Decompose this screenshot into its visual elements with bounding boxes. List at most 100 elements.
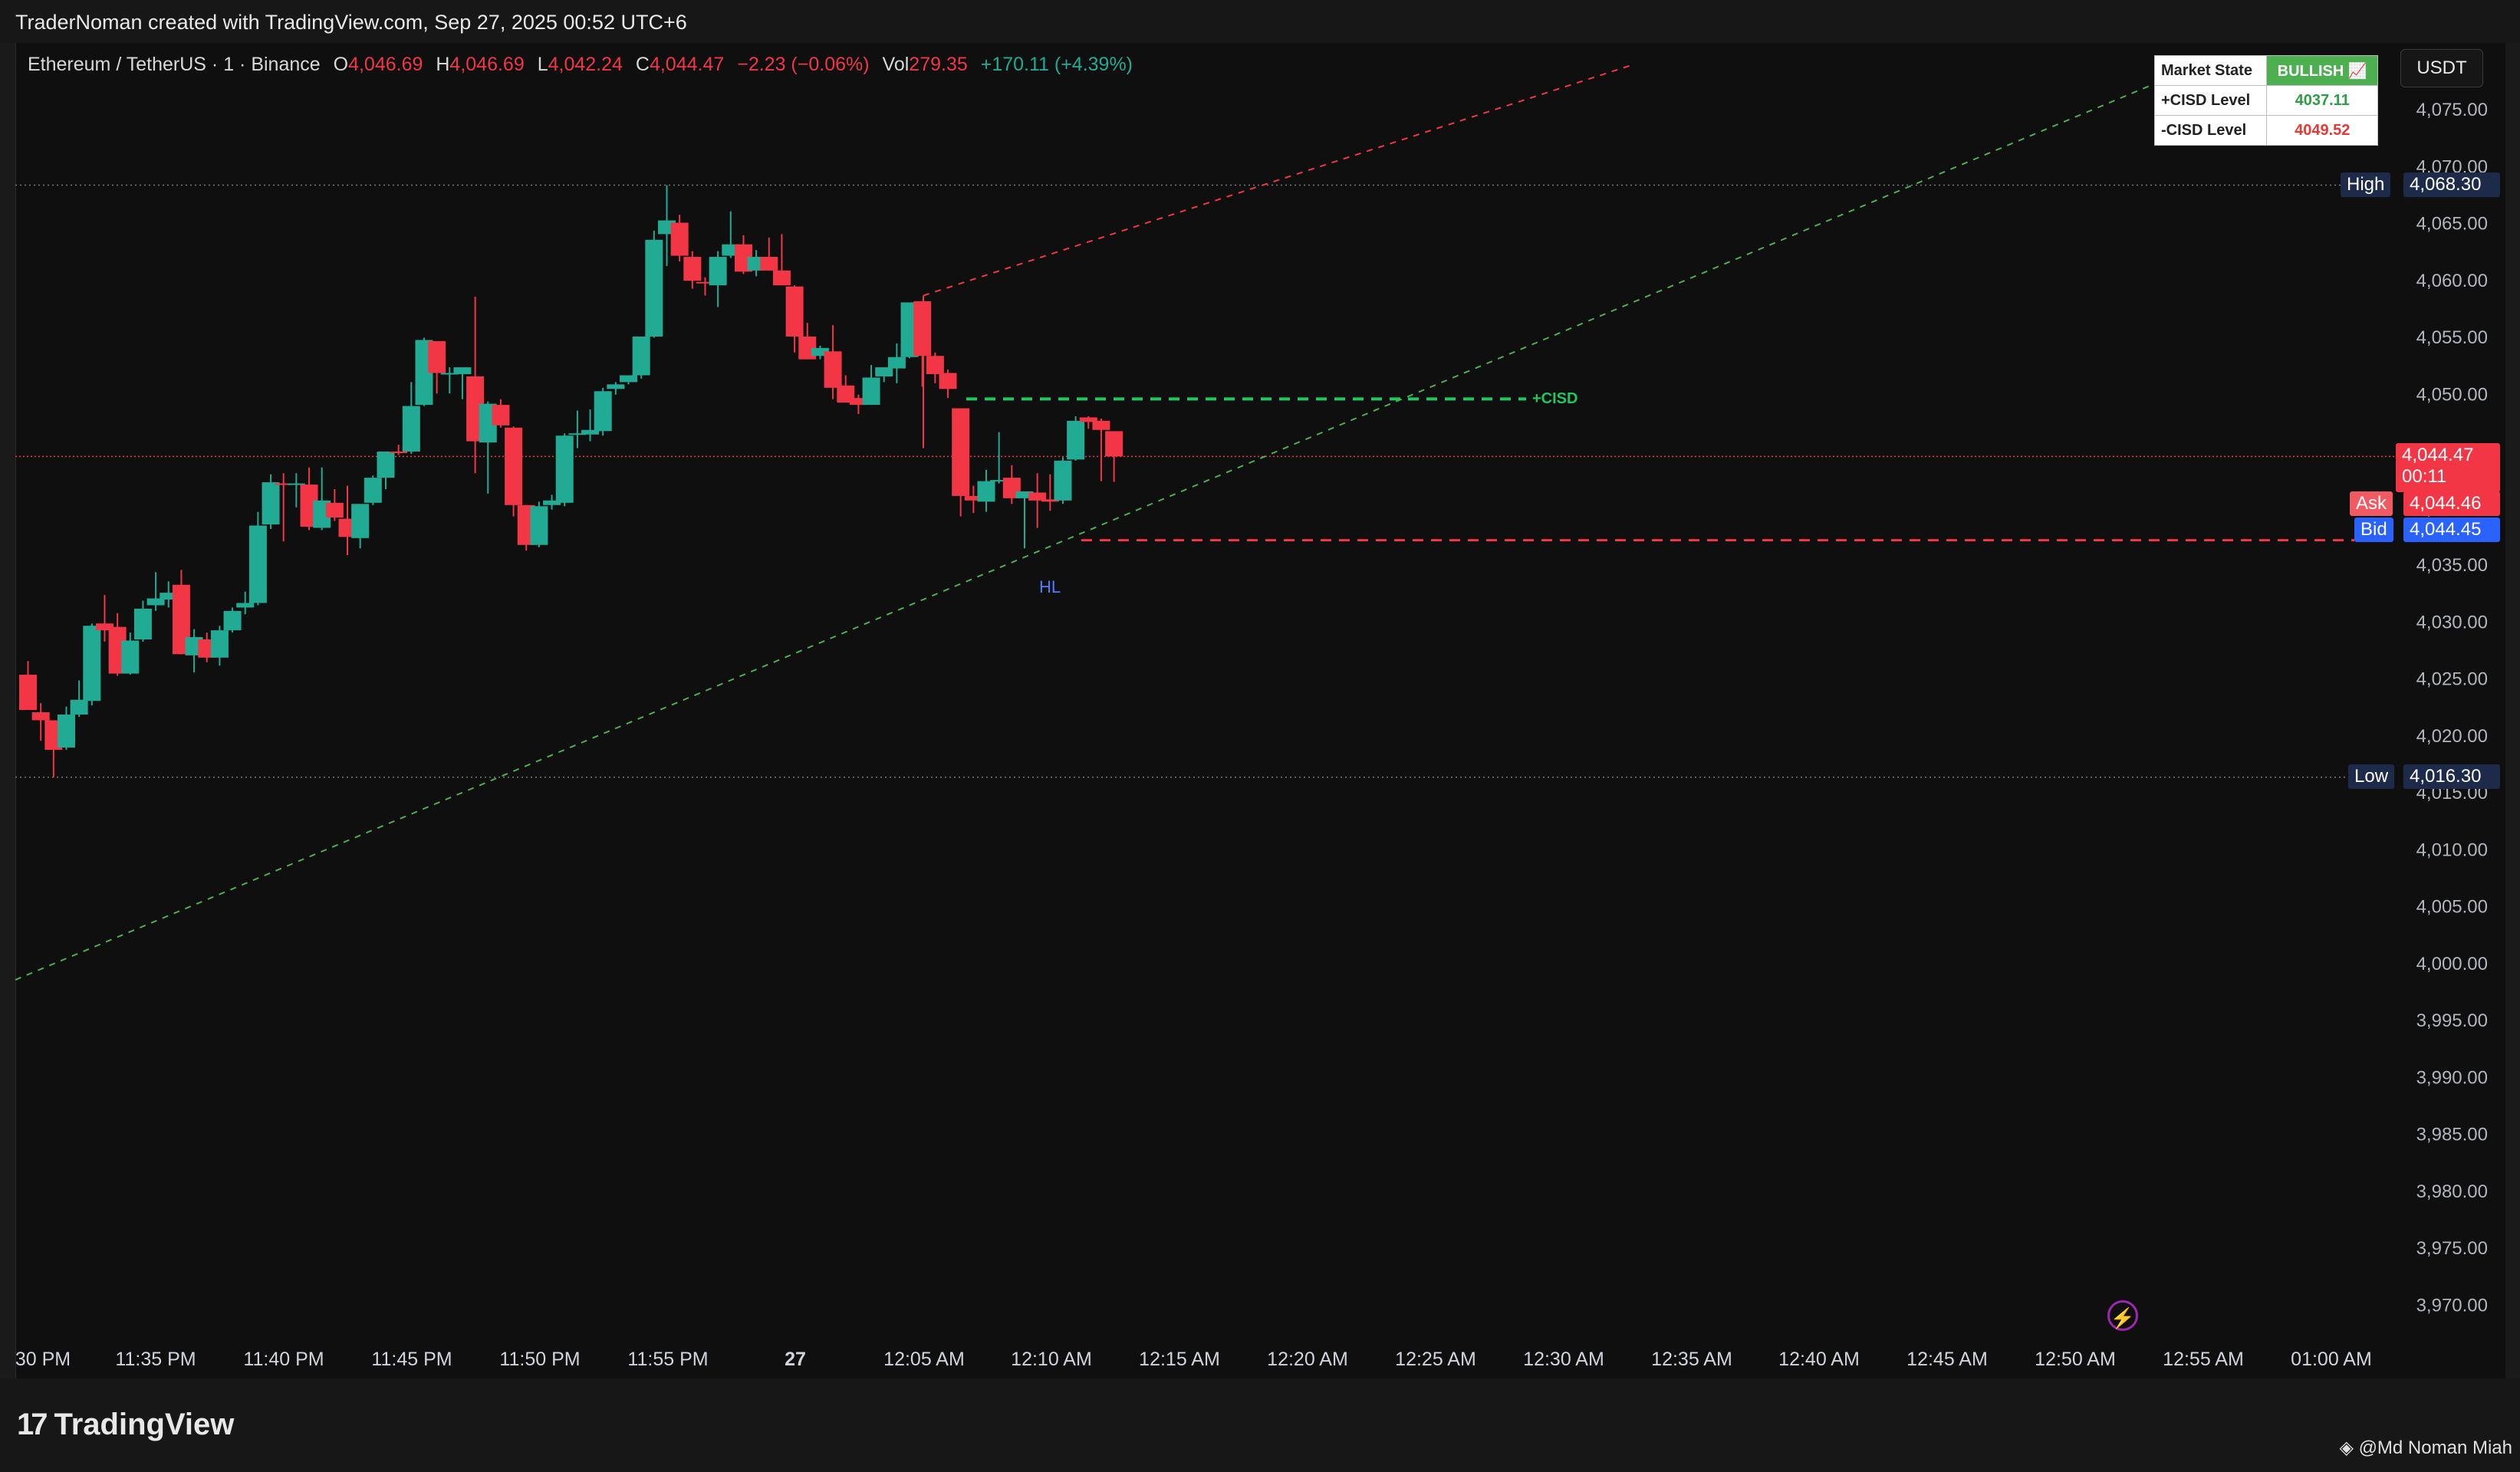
- candle[interactable]: [594, 387, 612, 436]
- low-label: L: [537, 54, 548, 75]
- candle-body: [428, 340, 446, 373]
- tradingview-brand[interactable]: 17 TradingView: [17, 1408, 234, 1442]
- hl-annotation: HL: [1039, 577, 1061, 596]
- candle[interactable]: [760, 237, 778, 271]
- candle[interactable]: [83, 623, 101, 706]
- plus-cisd-value: 4037.11: [2266, 85, 2378, 116]
- close-label: C: [635, 54, 650, 75]
- candle-body: [70, 699, 88, 715]
- y-tick-label: 3,985.00: [2416, 1125, 2488, 1145]
- currency-button[interactable]: USDT: [2400, 49, 2483, 87]
- candle-body: [453, 367, 472, 375]
- candle[interactable]: [146, 572, 165, 611]
- ask-tag-label: Ask: [2350, 491, 2393, 516]
- candle[interactable]: [262, 474, 280, 529]
- candle-body: [594, 391, 612, 432]
- candle[interactable]: [466, 297, 485, 474]
- x-tick-label: 12:35 AM: [1651, 1349, 1732, 1370]
- x-tick-label: 12:05 AM: [883, 1349, 965, 1370]
- close-value: 4,044.47: [649, 54, 725, 75]
- x-tick-label: 12:50 AM: [2035, 1349, 2116, 1370]
- candle[interactable]: [351, 504, 370, 549]
- y-tick-label: 4,075.00: [2416, 100, 2488, 120]
- candle[interactable]: [492, 399, 510, 428]
- candle-body: [620, 375, 638, 383]
- candles-layer: [19, 185, 1123, 777]
- bottom-bar: [0, 1378, 2520, 1472]
- candle[interactable]: [210, 626, 229, 666]
- y-axis: 4,075.004,070.004,065.004,060.004,055.00…: [2416, 100, 2488, 1316]
- candle-body: [939, 373, 957, 389]
- candle-body: [351, 504, 370, 538]
- minus-cisd-value: 4049.52: [2266, 115, 2378, 146]
- candle[interactable]: [1054, 457, 1072, 504]
- candle-body: [887, 356, 906, 369]
- market-state-row: Market State BULLISH 📈: [2153, 55, 2378, 86]
- current-price-tag: 4,044.47 00:11: [2396, 443, 2500, 492]
- candle[interactable]: [990, 432, 1008, 484]
- candle-body: [248, 525, 267, 603]
- y-tick-label: 4,005.00: [2416, 897, 2488, 918]
- candle-body: [772, 270, 791, 286]
- candle-body: [121, 640, 140, 674]
- candle[interactable]: [325, 488, 344, 521]
- candle[interactable]: [505, 426, 523, 517]
- symbol-name[interactable]: Ethereum / TetherUS · 1 · Binance: [28, 54, 321, 75]
- candle-body: [262, 482, 280, 525]
- cisd-annotation: +CISD: [1532, 390, 1577, 407]
- candle[interactable]: [620, 375, 638, 385]
- candle[interactable]: [248, 511, 267, 606]
- candle[interactable]: [645, 230, 663, 338]
- candlestick-chart[interactable]: 4,075.004,070.004,065.004,060.004,055.00…: [0, 0, 2520, 1472]
- candle[interactable]: [977, 469, 995, 512]
- y-tick-label: 4,020.00: [2416, 726, 2488, 747]
- y-tick-label: 3,990.00: [2416, 1067, 2488, 1088]
- market-state-label: Market State: [2153, 55, 2268, 86]
- x-tick-label: 12:30 AM: [1523, 1349, 1604, 1370]
- low-value: 4,042.24: [548, 54, 623, 75]
- candle[interactable]: [632, 337, 650, 379]
- x-tick-label: 12:10 AM: [1011, 1349, 1092, 1370]
- market-state-table: Market State BULLISH 📈 +CISD Level 4037.…: [2153, 55, 2378, 146]
- candle-body: [670, 222, 689, 256]
- candle-body: [223, 610, 242, 631]
- ohlc-legend: Ethereum / TetherUS · 1 · Binance O4,046…: [28, 54, 1133, 76]
- y-tick-label: 4,060.00: [2416, 271, 2488, 291]
- x-tick-label: 27: [785, 1349, 806, 1370]
- author-name: @Md Noman Miah: [2358, 1438, 2512, 1458]
- x-tick-label: 11:50 PM: [499, 1349, 580, 1370]
- candle[interactable]: [709, 251, 727, 307]
- y-tick-label: 3,995.00: [2416, 1010, 2488, 1031]
- x-axis: 30 PM 11:35 PM 11:40 PM 11:45 PM 11:50 PM 11:…: [15, 1349, 2372, 1370]
- bid-tag-label: Bid: [2354, 518, 2393, 542]
- candle[interactable]: [364, 475, 382, 505]
- candle-body: [57, 715, 75, 748]
- candle-body: [760, 257, 778, 271]
- lightning-icon[interactable]: ⚡: [2107, 1300, 2138, 1331]
- candle[interactable]: [939, 370, 957, 399]
- high-label: H: [436, 54, 450, 75]
- candle-body: [31, 712, 50, 721]
- candle[interactable]: [1067, 416, 1085, 461]
- candle-body: [683, 257, 702, 281]
- countdown-value: 00:11: [2402, 466, 2447, 487]
- minus-cisd-row: -CISD Level 4049.52: [2153, 115, 2378, 146]
- candle-body: [555, 435, 574, 503]
- low-tag-value: 4,016.30: [2403, 764, 2500, 789]
- low-tag-label: Low: [2348, 764, 2395, 789]
- y-tick-label: 4,025.00: [2416, 669, 2488, 690]
- y-tick-label: 4,010.00: [2416, 840, 2488, 860]
- candle[interactable]: [555, 433, 574, 507]
- candle[interactable]: [133, 600, 152, 642]
- candle-body: [83, 626, 101, 702]
- candle[interactable]: [223, 607, 242, 633]
- current-price-value: 4,044.47: [2402, 445, 2474, 465]
- candle-body: [505, 427, 523, 505]
- candle-body: [875, 367, 893, 376]
- y-tick-label: 3,970.00: [2416, 1295, 2488, 1316]
- candle[interactable]: [530, 501, 548, 547]
- candle[interactable]: [19, 661, 37, 711]
- bid-tag-value: 4,044.45: [2403, 518, 2500, 542]
- candle-body: [645, 239, 663, 337]
- candle-body: [1105, 431, 1123, 457]
